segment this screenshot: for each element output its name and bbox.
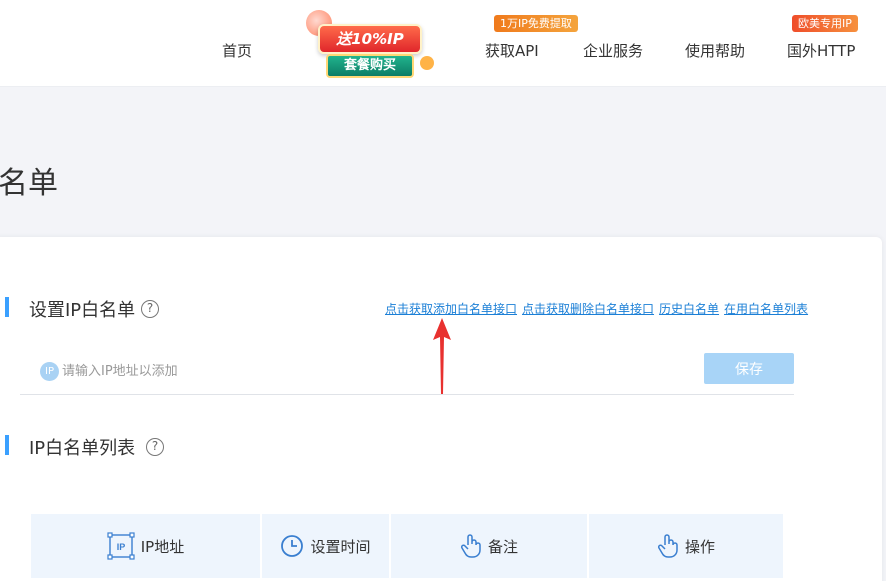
top-header: 首页 送10%IP 套餐购买 1万IP免费提取 获取API 企业服务 使用帮助 … — [0, 0, 886, 87]
nav-overseas-http[interactable]: 国外HTTP — [787, 40, 855, 61]
column-label-note: 备注 — [487, 537, 518, 556]
nav-get-api[interactable]: 获取API — [485, 40, 539, 61]
column-label-ip: IP地址 — [140, 537, 185, 556]
promo-coin-icon — [420, 56, 434, 70]
link-active-whitelist[interactable]: 在用白名单列表 — [724, 302, 808, 316]
column-label-time: 设置时间 — [310, 537, 371, 556]
clock-icon — [280, 534, 304, 558]
link-add-whitelist-api[interactable]: 点击获取添加白名单接口 — [385, 302, 517, 316]
get-api-badge: 1万IP免费提取 — [494, 15, 578, 32]
nav-enterprise[interactable]: 企业服务 — [583, 40, 643, 61]
svg-text:IP: IP — [116, 542, 125, 552]
promo-top-label: 送10%IP — [318, 24, 422, 54]
help-icon[interactable]: ? — [141, 300, 159, 318]
ip-address-input[interactable] — [62, 356, 682, 386]
column-header-time: 设置时间 — [262, 514, 389, 578]
column-header-note: 备注 — [391, 514, 587, 578]
column-header-ip: IP IP地址 — [31, 514, 260, 578]
section-accent-bar — [5, 297, 9, 317]
input-underline — [20, 394, 794, 395]
promo-bottom-label: 套餐购买 — [326, 54, 414, 78]
ip-icon: IP — [40, 362, 59, 381]
annotation-arrow-icon — [433, 318, 451, 394]
help-icon[interactable]: ? — [146, 438, 164, 456]
column-header-action: 操作 — [589, 514, 783, 578]
hand-pointer-icon — [657, 533, 679, 559]
column-label-action: 操作 — [684, 537, 715, 556]
link-delete-whitelist-api[interactable]: 点击获取删除白名单接口 — [522, 302, 654, 316]
nav-help[interactable]: 使用帮助 — [685, 40, 745, 61]
whitelist-links: 点击获取添加白名单接口 点击获取删除白名单接口 历史白名单 在用白名单列表 — [385, 300, 813, 317]
page-title: 名单 — [0, 166, 58, 201]
promo-banner[interactable]: 送10%IP 套餐购买 — [300, 8, 440, 82]
save-button[interactable]: 保存 — [704, 353, 794, 384]
section-accent-bar — [5, 435, 9, 455]
overseas-badge: 欧美专用IP — [792, 15, 858, 32]
hand-pointer-icon — [460, 533, 482, 559]
ip-box-icon: IP — [107, 532, 135, 560]
link-history-whitelist[interactable]: 历史白名单 — [659, 302, 719, 316]
set-whitelist-title: 设置IP白名单 — [29, 300, 136, 321]
nav-home[interactable]: 首页 — [222, 40, 252, 61]
whitelist-list-title: IP白名单列表 — [29, 438, 136, 459]
